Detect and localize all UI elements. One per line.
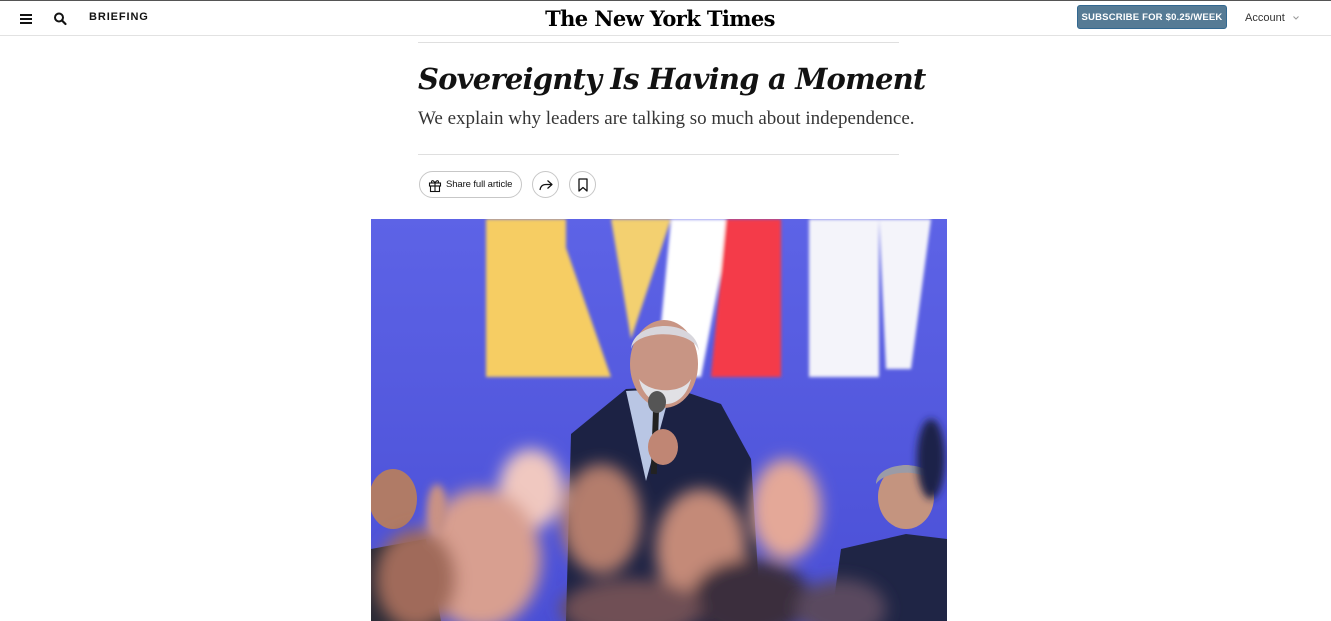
search-icon[interactable] — [51, 9, 71, 29]
subscribe-button[interactable]: SUBSCRIBE FOR $0.25/WEEK — [1077, 5, 1227, 29]
article-headline: Sovereignty Is Having a Moment — [418, 62, 926, 96]
bookmark-icon — [577, 177, 588, 192]
section-name-link[interactable]: BRIEFING — [89, 11, 149, 23]
article-summary: We explain why leaders are talking so mu… — [418, 108, 915, 129]
nyt-logo[interactable]: The New York Times — [540, 6, 780, 31]
share-arrow-icon — [538, 179, 553, 190]
share-button[interactable] — [532, 171, 559, 198]
save-button[interactable] — [569, 171, 596, 198]
article-lead-photo — [371, 219, 947, 621]
account-label: Account — [1245, 12, 1285, 24]
chevron-down-icon — [1292, 16, 1299, 20]
share-full-article-button[interactable]: Share full article — [419, 171, 522, 198]
top-navigation-bar: BRIEFING The New York Times SUBSCRIBE FO… — [0, 0, 1331, 36]
share-full-article-label: Share full article — [446, 179, 513, 190]
gift-icon — [428, 179, 442, 192]
divider — [418, 154, 899, 155]
divider — [418, 42, 899, 43]
hamburger-menu-icon[interactable] — [16, 10, 36, 28]
account-menu[interactable]: Account — [1245, 12, 1300, 24]
